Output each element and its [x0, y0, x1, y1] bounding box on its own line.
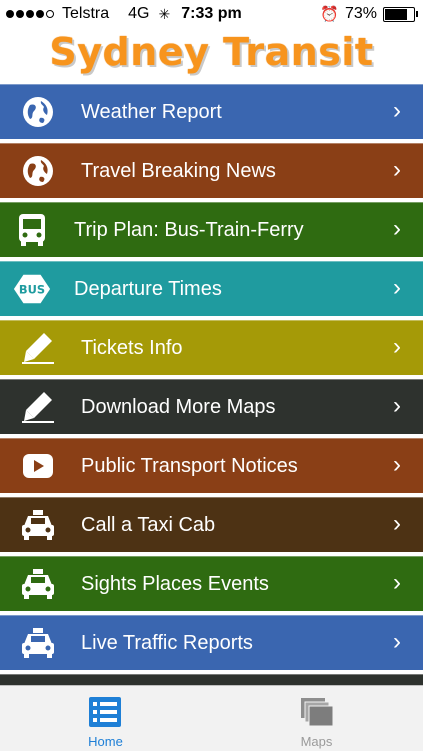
- chevron-right-icon: ›: [393, 333, 401, 360]
- globe-icon: [18, 153, 58, 189]
- tab-maps-label: Maps: [300, 734, 333, 749]
- menu-item-travel-breaking-news[interactable]: Travel Breaking News ›: [0, 143, 423, 198]
- menu-item-trip-plan[interactable]: Trip Plan: Bus-Train-Ferry ›: [0, 202, 423, 257]
- chevron-right-icon: ›: [393, 97, 401, 124]
- menu-item-sights-places-events[interactable]: Sights Places Events ›: [0, 556, 423, 611]
- menu-item-download-more-maps[interactable]: Download More Maps ›: [0, 379, 423, 434]
- menu-item-weather-report[interactable]: Weather Report ›: [0, 84, 423, 139]
- play-icon: [18, 448, 58, 484]
- menu-item-label: Departure Times: [74, 278, 222, 300]
- bus-sign-icon: BUS: [12, 271, 52, 307]
- main-menu: Weather Report › Travel Breaking News › …: [0, 84, 423, 733]
- menu-item-departure-times[interactable]: BUS Departure Times ›: [0, 261, 423, 316]
- taxi-icon: [18, 566, 58, 602]
- chevron-right-icon: ›: [393, 569, 401, 596]
- list-icon: [89, 697, 121, 727]
- menu-item-call-taxi[interactable]: Call a Taxi Cab ›: [0, 497, 423, 552]
- menu-item-label: Public Transport Notices: [81, 455, 298, 477]
- menu-item-label: Travel Breaking News: [81, 160, 276, 182]
- svg-text:BUS: BUS: [19, 283, 45, 297]
- tab-bar: Home Maps: [0, 685, 423, 751]
- chevron-right-icon: ›: [393, 392, 401, 419]
- chevron-right-icon: ›: [393, 510, 401, 537]
- pen-icon: [18, 330, 58, 366]
- menu-item-label: Sights Places Events: [81, 573, 269, 595]
- battery-icon: [383, 6, 418, 22]
- menu-item-live-traffic-reports[interactable]: Live Traffic Reports ›: [0, 615, 423, 670]
- status-bar: Telstra 4G ✳ 7:33 pm ⏰ 73%: [0, 0, 423, 28]
- menu-item-label: Weather Report: [81, 101, 222, 123]
- chevron-right-icon: ›: [393, 156, 401, 183]
- status-right: ⏰ 73%: [320, 5, 418, 23]
- chevron-right-icon: ›: [393, 215, 401, 242]
- globe-icon: [18, 94, 58, 130]
- alarm-icon: ⏰: [320, 6, 339, 23]
- menu-item-label: Call a Taxi Cab: [81, 514, 216, 536]
- menu-item-label: Live Traffic Reports: [81, 632, 253, 654]
- tab-maps[interactable]: Maps: [211, 686, 422, 751]
- menu-item-tickets-info[interactable]: Tickets Info ›: [0, 320, 423, 375]
- maps-icon: [301, 698, 334, 727]
- menu-item-label: Trip Plan: Bus-Train-Ferry: [74, 219, 304, 241]
- app-title: Sydney Transit: [49, 30, 374, 74]
- bus-icon: [12, 212, 52, 248]
- menu-item-label: Tickets Info: [81, 337, 183, 359]
- battery-percent: 73%: [344, 5, 377, 22]
- app-header: Sydney Transit: [0, 28, 423, 84]
- tab-home[interactable]: Home: [0, 686, 211, 751]
- chevron-right-icon: ›: [393, 274, 401, 301]
- chevron-right-icon: ›: [393, 628, 401, 655]
- menu-item-public-transport-notices[interactable]: Public Transport Notices ›: [0, 438, 423, 493]
- pen-icon: [18, 389, 58, 425]
- taxi-icon: [18, 625, 58, 661]
- chevron-right-icon: ›: [393, 451, 401, 478]
- menu-item-label: Download More Maps: [81, 396, 276, 418]
- tab-home-label: Home: [88, 734, 123, 749]
- taxi-icon: [18, 507, 58, 543]
